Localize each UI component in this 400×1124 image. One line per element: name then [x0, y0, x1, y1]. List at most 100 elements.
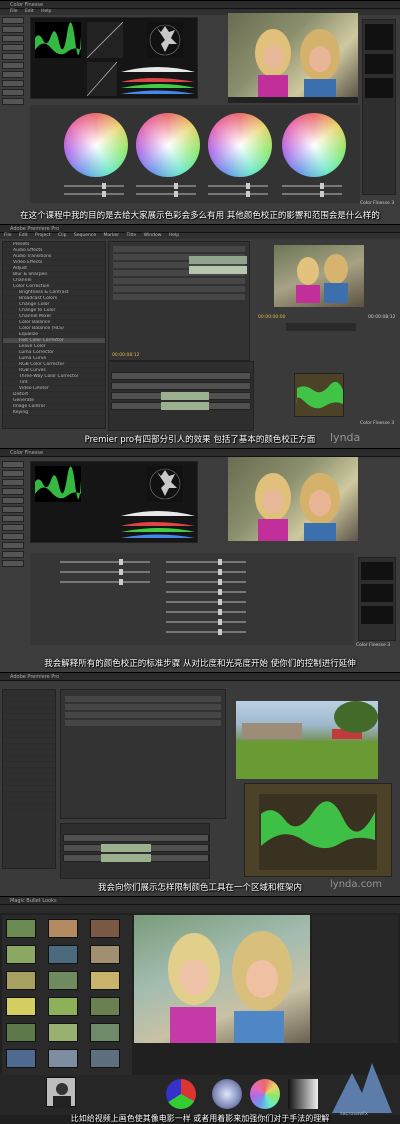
tool-button[interactable] [2, 533, 24, 540]
adjust-slider[interactable] [60, 579, 150, 585]
tool-button[interactable] [2, 515, 24, 522]
timeline-clip[interactable] [101, 854, 151, 862]
tool-button[interactable] [2, 470, 24, 477]
tool-button[interactable] [2, 506, 24, 513]
tool-button[interactable] [2, 80, 24, 87]
brand-label: Color Finesse 3 [356, 643, 391, 648]
menu-item[interactable]: Project [35, 233, 50, 238]
look-thumbnail[interactable] [6, 1049, 36, 1068]
vectorscope-graphic [149, 468, 181, 500]
effects-panel: Presets Audio Effects Audio Transitions … [2, 241, 106, 429]
look-thumbnail[interactable] [90, 945, 120, 964]
menu-item[interactable]: Sequence [74, 233, 96, 238]
color-orb-mids[interactable] [212, 1079, 242, 1109]
color-wheel-master[interactable] [64, 113, 128, 177]
tool-button[interactable] [2, 524, 24, 531]
tool-button[interactable] [2, 17, 24, 24]
color-orb-rgb[interactable] [166, 1079, 196, 1109]
preview-image [168, 931, 292, 1043]
tool-button[interactable] [2, 497, 24, 504]
tool-button[interactable] [2, 35, 24, 42]
effects-list-item[interactable]: Keying [3, 410, 105, 416]
curve-line [87, 22, 123, 58]
adjust-slider[interactable] [60, 559, 150, 565]
look-thumbnail[interactable] [6, 1023, 36, 1042]
color-orb-wheel[interactable] [250, 1079, 280, 1109]
look-thumbnail[interactable] [48, 919, 78, 938]
menu-item[interactable]: Clip [58, 233, 67, 238]
look-thumbnail[interactable] [6, 945, 36, 964]
look-thumbnail[interactable] [48, 997, 78, 1016]
panel-premiere-effects: Adobe Premiere Pro File Edit Project Cli… [0, 224, 400, 448]
look-thumbnail[interactable] [6, 971, 36, 990]
wheel-slider[interactable] [136, 191, 196, 197]
timeline-clip[interactable] [101, 844, 151, 852]
tool-button[interactable] [2, 542, 24, 549]
menu-item[interactable]: Marker [104, 233, 120, 238]
effect-control-row [113, 246, 245, 252]
subject-thumbnail[interactable] [46, 1077, 76, 1108]
timeline-clip[interactable] [161, 402, 209, 410]
look-thumbnail[interactable] [90, 971, 120, 990]
color-wheel-highlights[interactable] [282, 113, 346, 177]
menu-item[interactable]: Edit [19, 233, 28, 238]
color-wheel-midtones[interactable] [208, 113, 272, 177]
look-thumbnail[interactable] [48, 1023, 78, 1042]
look-thumbnail[interactable] [48, 971, 78, 990]
menu-item[interactable]: Help [169, 233, 179, 238]
tool-button[interactable] [2, 44, 24, 51]
look-thumbnail[interactable] [90, 1023, 120, 1042]
adjust-slider[interactable] [166, 569, 246, 575]
menu-file[interactable]: File [10, 9, 18, 14]
adjust-slider[interactable] [166, 629, 246, 635]
look-thumbnail[interactable] [90, 997, 120, 1016]
menu-item[interactable]: Title [127, 233, 137, 238]
timeline-clip[interactable] [161, 392, 209, 400]
tool-button[interactable] [2, 560, 24, 567]
effects-list-item[interactable] [3, 804, 55, 810]
tool-button[interactable] [2, 26, 24, 33]
tool-button[interactable] [2, 461, 24, 468]
brand-label: Color Finesse 3 [360, 421, 395, 426]
tools-panel [312, 915, 398, 1043]
tool-button[interactable] [2, 53, 24, 60]
tool-button[interactable] [2, 479, 24, 486]
adjust-slider[interactable] [166, 619, 246, 625]
look-thumbnail[interactable] [90, 919, 120, 938]
adjust-slider[interactable] [166, 559, 246, 565]
menu-edit[interactable]: Edit [25, 9, 34, 14]
menu-help[interactable]: Help [41, 9, 51, 14]
menu-item[interactable]: Window [144, 233, 162, 238]
adjust-slider[interactable] [166, 609, 246, 615]
adjust-slider[interactable] [166, 589, 246, 595]
tool-button[interactable] [2, 488, 24, 495]
wheel-slider[interactable] [208, 183, 268, 189]
tool-button[interactable] [2, 71, 24, 78]
wheel-slider[interactable] [208, 191, 268, 197]
adjust-slider[interactable] [60, 569, 150, 575]
caption-subtitle: 我会解释所有的颜色校正的标准步骤 从对比度和光亮度开始 使你们的控制进行延伸 [44, 659, 356, 669]
wheel-slider[interactable] [282, 191, 342, 197]
color-wheel-shadows[interactable] [136, 113, 200, 177]
tool-button[interactable] [2, 62, 24, 69]
transport-controls [286, 323, 356, 331]
wheel-slider[interactable] [282, 183, 342, 189]
look-thumbnail[interactable] [90, 1049, 120, 1068]
look-thumbnail[interactable] [48, 945, 78, 964]
gradient-tool[interactable] [288, 1079, 318, 1109]
wheel-slider[interactable] [136, 183, 196, 189]
curve-graph [87, 22, 123, 58]
tool-button[interactable] [2, 551, 24, 558]
wheel-slider[interactable] [64, 191, 124, 197]
look-thumbnail[interactable] [6, 997, 36, 1016]
preview-image [255, 473, 340, 541]
adjust-slider[interactable] [166, 579, 246, 585]
wheel-slider[interactable] [64, 183, 124, 189]
panel-color-finesse-wheels: Color Finesse File Edit Help Color Fines… [0, 0, 400, 224]
tool-button[interactable] [2, 98, 24, 105]
look-thumbnail[interactable] [6, 919, 36, 938]
look-thumbnail[interactable] [48, 1049, 78, 1068]
adjust-slider[interactable] [166, 599, 246, 605]
menu-item[interactable]: File [4, 233, 12, 238]
tool-button[interactable] [2, 89, 24, 96]
